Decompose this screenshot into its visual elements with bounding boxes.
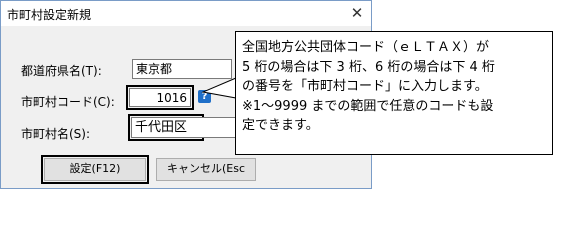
callout-line-5: 定できます。 bbox=[242, 118, 319, 133]
explanation-callout: 全国地方公共団体コード（ｅＬＴＡＸ）が 5 桁の場合は下 3 桁、6 桁の場合は… bbox=[235, 31, 553, 155]
callout-line-1: 全国地方公共団体コード（ｅＬＴＡＸ）が bbox=[242, 40, 490, 55]
callout-line-3: の番号を「市町村コード」に入力します。 bbox=[242, 79, 488, 94]
callout-line-2: 5 桁の場合は下 3 桁、6 桁の場合は下 4 桁 bbox=[242, 59, 495, 75]
callout-line-4: ※1～9999 までの範囲で任意のコードも設 bbox=[242, 98, 494, 114]
